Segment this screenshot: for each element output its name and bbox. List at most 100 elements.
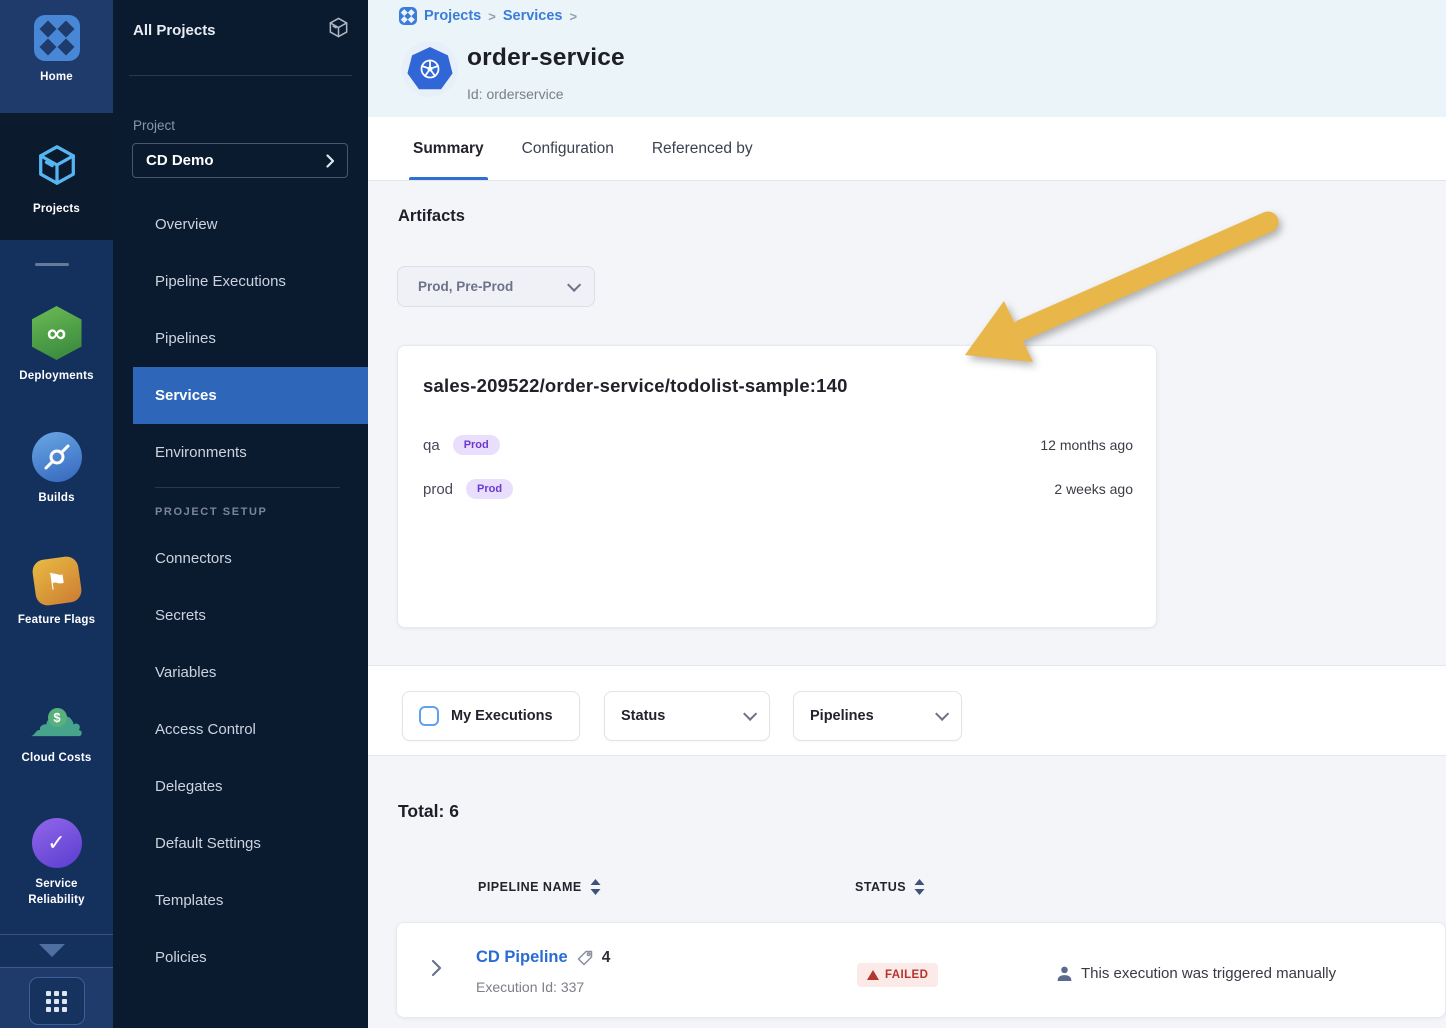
project-selector-value: CD Demo bbox=[146, 152, 214, 169]
sidebar-item-access-control[interactable]: Access Control bbox=[113, 701, 368, 758]
cloud-dollar-icon: ☁ $ bbox=[29, 692, 85, 742]
sort-icon bbox=[590, 879, 601, 895]
project-setup-label: PROJECT SETUP bbox=[113, 494, 368, 530]
artifact-env-row: qa Prod 12 months ago bbox=[423, 435, 1133, 455]
pipeline-name-cell: CD Pipeline 4 bbox=[476, 948, 610, 967]
tag-icon bbox=[576, 949, 594, 967]
harness-app: Home Projects ∞ Deployments bbox=[0, 0, 1446, 1028]
tab-summary[interactable]: Summary bbox=[413, 117, 484, 180]
artifacts-env-filter-value: Prod, Pre-Prod bbox=[418, 279, 513, 294]
breadcrumb: Projects > Services > bbox=[399, 7, 577, 25]
expand-chevron-icon[interactable] bbox=[431, 959, 442, 982]
project-label: Project bbox=[133, 118, 175, 133]
sidebar-menu: Overview Pipeline Executions Pipelines S… bbox=[113, 196, 368, 986]
sidebar-item-environments[interactable]: Environments bbox=[113, 424, 368, 481]
module-grid-button[interactable] bbox=[29, 977, 85, 1025]
tab-configuration[interactable]: Configuration bbox=[522, 117, 614, 180]
env-name: prod bbox=[423, 481, 453, 498]
execution-id: Execution Id: 337 bbox=[476, 979, 584, 995]
main-content: Projects > Services > order-service Id: … bbox=[368, 0, 1446, 1028]
dollar-icon: $ bbox=[48, 708, 67, 727]
sidebar-item-connectors[interactable]: Connectors bbox=[113, 530, 368, 587]
builds-scan-icon bbox=[32, 432, 82, 482]
tab-bar: Summary Configuration Referenced by bbox=[368, 117, 1446, 181]
grid-icon bbox=[46, 991, 67, 1012]
k8s-wheel-icon bbox=[417, 56, 443, 82]
column-pipeline-name[interactable]: PIPELINE NAME bbox=[478, 879, 601, 895]
tag-count: 4 bbox=[602, 949, 611, 967]
chevron-down-icon[interactable] bbox=[39, 944, 65, 957]
rail-divider bbox=[0, 934, 113, 935]
sidebar-item-pipeline-executions[interactable]: Pipeline Executions bbox=[113, 253, 368, 310]
rail-bottom-section bbox=[0, 967, 113, 1028]
artifacts-heading: Artifacts bbox=[398, 207, 465, 226]
tab-referenced-by[interactable]: Referenced by bbox=[652, 117, 753, 180]
sidebar-item-templates[interactable]: Templates bbox=[113, 872, 368, 929]
rail-item-label: Feature Flags bbox=[18, 613, 95, 629]
column-status[interactable]: STATUS bbox=[855, 879, 925, 895]
status-filter[interactable]: Status bbox=[604, 691, 770, 741]
execution-row[interactable]: CD Pipeline 4 Execution Id: 337 FAILED T… bbox=[396, 922, 1446, 1018]
breadcrumb-separator: > bbox=[488, 9, 496, 24]
warning-triangle-icon bbox=[867, 970, 879, 980]
rail-divider-handle bbox=[35, 263, 69, 266]
rail-item-label: Home bbox=[40, 70, 73, 86]
deploy-time: 2 weeks ago bbox=[1054, 481, 1133, 497]
breadcrumb-services[interactable]: Services bbox=[503, 8, 563, 24]
executions-table-header: PIPELINE NAME STATUS bbox=[368, 879, 1446, 899]
rail-item-label: Deployments bbox=[19, 369, 93, 385]
env-name: qa bbox=[423, 437, 440, 454]
sidebar-item-delegates[interactable]: Delegates bbox=[113, 758, 368, 815]
rail-item-cloud-costs[interactable]: ☁ $ Cloud Costs bbox=[0, 692, 113, 767]
chevron-down-icon bbox=[567, 277, 581, 291]
rail-item-projects[interactable]: Projects bbox=[0, 113, 113, 240]
deploy-time: 12 months ago bbox=[1040, 437, 1133, 453]
breadcrumb-separator: > bbox=[570, 9, 578, 24]
rail-item-label: Projects bbox=[33, 202, 80, 218]
cube-icon[interactable] bbox=[327, 16, 350, 44]
my-executions-label: My Executions bbox=[451, 708, 553, 724]
executions-filter-bar: My Executions Status Pipelines bbox=[368, 665, 1446, 756]
env-type-badge: Prod bbox=[466, 479, 513, 499]
page-title: order-service bbox=[467, 44, 625, 72]
harness-home-icon bbox=[34, 15, 80, 61]
checkbox-icon[interactable] bbox=[419, 706, 439, 726]
sidebar-divider bbox=[129, 75, 352, 76]
rail-item-label: Builds bbox=[38, 491, 74, 507]
trigger-info: This execution was triggered manually bbox=[1056, 965, 1336, 982]
flag-icon: ⚑ bbox=[31, 555, 83, 607]
sidebar-item-secrets[interactable]: Secrets bbox=[113, 587, 368, 644]
breadcrumb-projects[interactable]: Projects bbox=[424, 8, 481, 24]
status-badge: FAILED bbox=[857, 963, 938, 987]
rail-item-home[interactable]: Home bbox=[0, 0, 113, 113]
sidebar-item-overview[interactable]: Overview bbox=[113, 196, 368, 253]
project-selector[interactable]: CD Demo bbox=[132, 143, 348, 178]
rail-item-feature-flags[interactable]: ⚑ Feature Flags bbox=[0, 558, 113, 629]
user-icon bbox=[1056, 965, 1073, 982]
artifact-title: sales-209522/order-service/todolist-samp… bbox=[423, 375, 848, 397]
sidebar-item-variables[interactable]: Variables bbox=[113, 644, 368, 701]
my-executions-toggle[interactable]: My Executions bbox=[402, 691, 580, 741]
artifact-card: sales-209522/order-service/todolist-samp… bbox=[397, 345, 1157, 628]
sidebar-item-pipelines[interactable]: Pipelines bbox=[113, 310, 368, 367]
artifact-env-row: prod Prod 2 weeks ago bbox=[423, 479, 1133, 499]
artifacts-env-filter[interactable]: Prod, Pre-Prod bbox=[397, 266, 595, 307]
rail-item-service-reliability[interactable]: ✓ Service Reliability bbox=[0, 818, 113, 908]
rail-item-builds[interactable]: Builds bbox=[0, 432, 113, 507]
chevron-down-icon bbox=[935, 707, 949, 721]
deployments-infinity-icon: ∞ bbox=[32, 306, 82, 360]
sort-icon bbox=[914, 879, 925, 895]
rail-item-label: Cloud Costs bbox=[22, 751, 92, 767]
sidebar-item-policies[interactable]: Policies bbox=[113, 929, 368, 986]
env-type-badge: Prod bbox=[453, 435, 500, 455]
sidebar-header: All Projects bbox=[133, 16, 350, 44]
harness-logo-icon bbox=[399, 7, 417, 25]
service-id: Id: orderservice bbox=[467, 86, 563, 102]
pipeline-link[interactable]: CD Pipeline bbox=[476, 948, 568, 967]
sidebar-item-services[interactable]: Services bbox=[133, 367, 368, 424]
rail-item-deployments[interactable]: ∞ Deployments bbox=[0, 306, 113, 385]
total-count: Total: 6 bbox=[398, 801, 459, 822]
all-projects-link[interactable]: All Projects bbox=[133, 22, 216, 39]
pipelines-filter[interactable]: Pipelines bbox=[793, 691, 962, 741]
sidebar-item-default-settings[interactable]: Default Settings bbox=[113, 815, 368, 872]
